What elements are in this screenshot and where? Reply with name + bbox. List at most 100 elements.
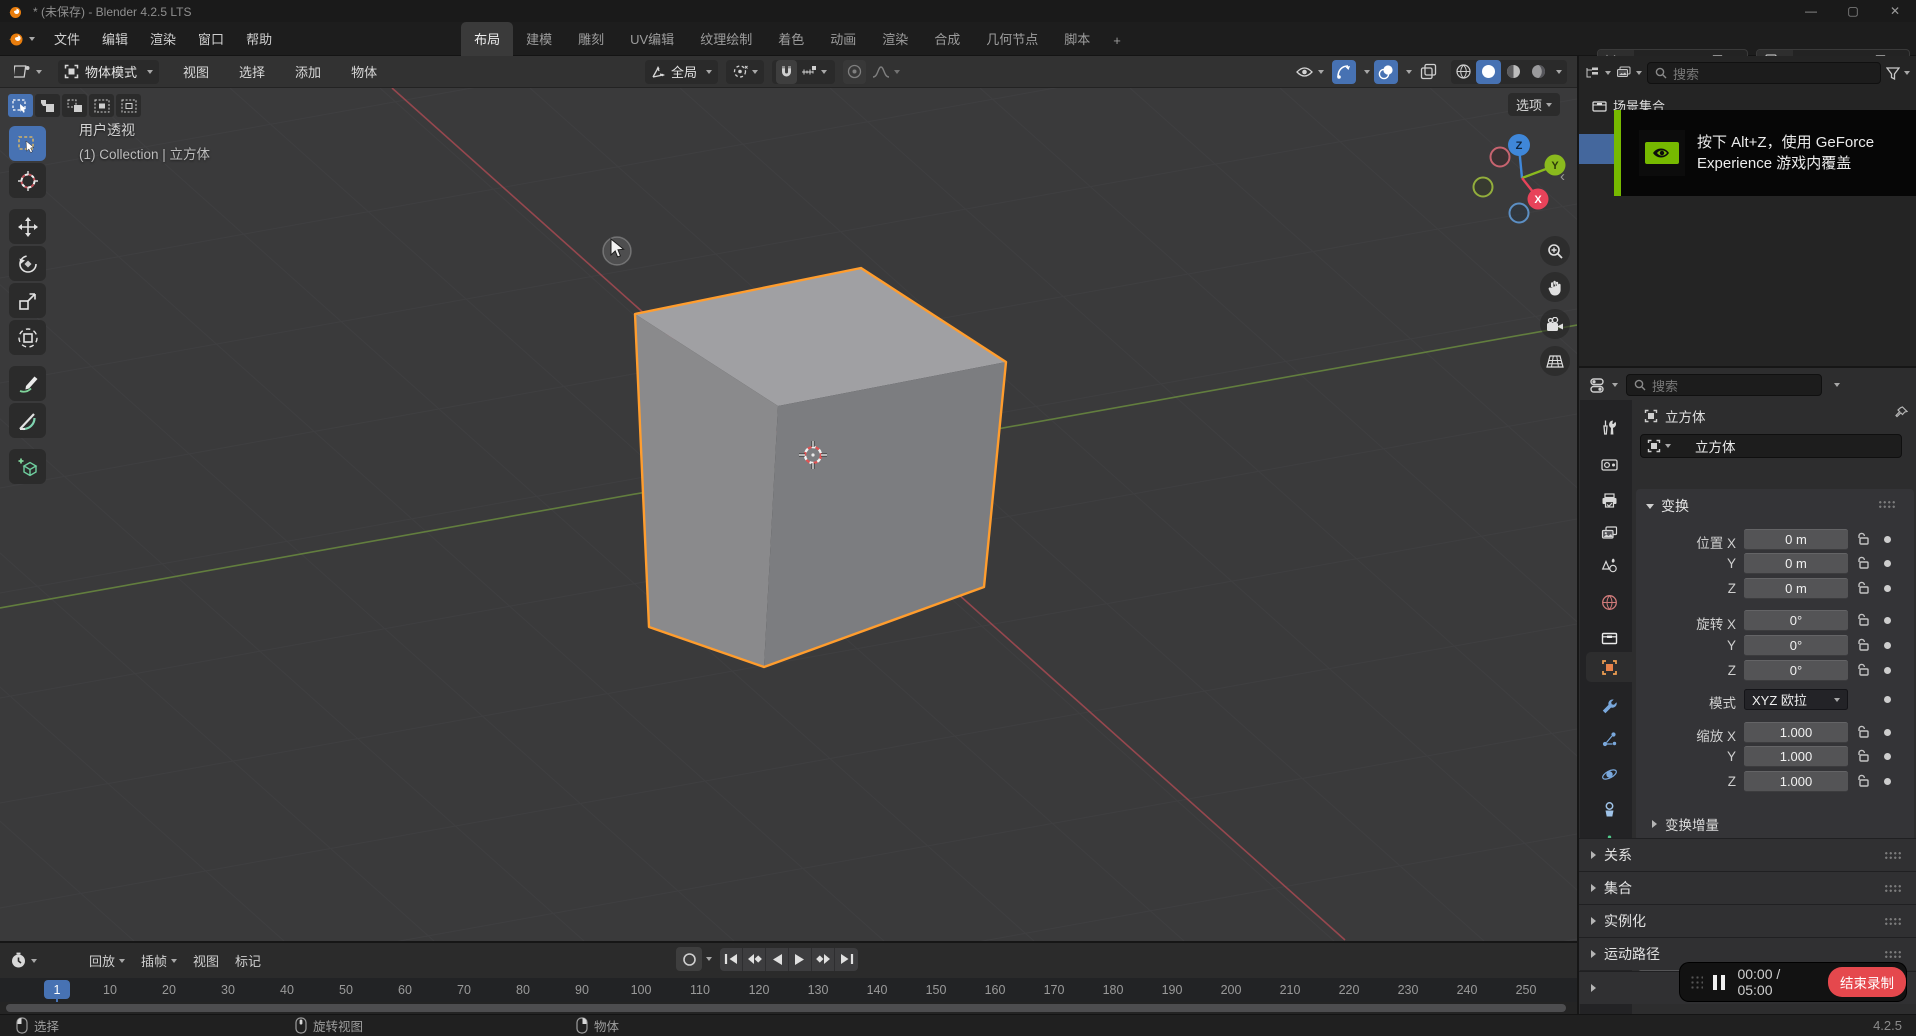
tool-scale[interactable] — [9, 283, 46, 318]
transform-delta-section[interactable]: 变换增量 — [1652, 814, 1719, 834]
current-frame-badge[interactable]: 1 — [44, 980, 70, 999]
next-keyframe-button[interactable] — [812, 948, 835, 971]
transform-value-field[interactable]: 0° — [1744, 635, 1848, 656]
minimize-button[interactable]: — — [1790, 0, 1832, 22]
workspace-tab-9[interactable]: 几何节点 — [973, 22, 1051, 56]
collapsed-section-0[interactable]: 关系 — [1579, 838, 1916, 871]
transform-value-field[interactable]: 1.000 — [1744, 722, 1848, 743]
properties-tab-physics[interactable] — [1586, 759, 1632, 789]
recording-overlay[interactable]: 00:00 / 05:00 结束录制 — [1680, 963, 1906, 1001]
properties-tab-world[interactable] — [1586, 587, 1632, 617]
axis-y-ball[interactable]: Y — [1551, 160, 1559, 172]
timeline-ruler[interactable]: 1 10203040506070809010011012013014015016… — [0, 978, 1577, 1002]
proportional-falloff-button[interactable] — [868, 60, 904, 84]
workspace-tab-2[interactable]: 雕刻 — [565, 22, 617, 56]
properties-tab-object[interactable] — [1586, 652, 1632, 682]
auto-keying-toggle[interactable] — [676, 947, 702, 971]
tool-rotate[interactable] — [9, 246, 46, 281]
animate-dot[interactable] — [1884, 778, 1891, 785]
viewport-menu-0[interactable]: 视图 — [173, 58, 219, 85]
select-mode-button-3[interactable] — [89, 94, 114, 117]
axis-z-ball[interactable]: Z — [1516, 140, 1523, 152]
jump-to-start-button[interactable] — [720, 948, 743, 971]
geforce-notification[interactable]: 按下 Alt+Z，使用 GeForce Experience 游戏内覆盖 — [1614, 110, 1916, 196]
outliner-filter-mode[interactable] — [1616, 66, 1642, 80]
properties-tab-output[interactable] — [1586, 485, 1632, 515]
drag-handle-icon[interactable] — [1690, 975, 1703, 989]
select-mode-button-4[interactable] — [116, 94, 141, 117]
properties-tab-render[interactable] — [1586, 449, 1632, 479]
properties-tab-scene[interactable] — [1586, 550, 1632, 580]
timeline-menu-1[interactable]: 插帧 — [133, 948, 185, 973]
editor-type-button[interactable] — [8, 60, 48, 84]
orthographic-toggle[interactable] — [1540, 346, 1570, 376]
animate-dot[interactable] — [1884, 617, 1891, 624]
transform-value-field[interactable]: 0° — [1744, 610, 1848, 631]
outliner-search-input[interactable]: 搜索 — [1647, 62, 1881, 84]
viewport-3d[interactable] — [0, 88, 1577, 941]
topbar-menu-0[interactable]: 文件 — [45, 26, 89, 51]
outliner-filter-button[interactable] — [1886, 67, 1910, 80]
select-mode-button-1[interactable] — [35, 94, 60, 117]
shading-rendered-button[interactable] — [1526, 60, 1551, 84]
topbar-menu-2[interactable]: 渲染 — [141, 26, 185, 51]
select-mode-button-2[interactable] — [62, 94, 87, 117]
lock-icon[interactable] — [1856, 613, 1869, 626]
shading-solid-button[interactable] — [1476, 60, 1501, 84]
panel-drag-dots[interactable] — [1884, 917, 1902, 926]
tool-annotate[interactable] — [9, 366, 46, 401]
timeline-menu-3[interactable]: 标记 — [227, 948, 269, 973]
properties-tab-constraints[interactable] — [1586, 794, 1632, 824]
shading-material-button[interactable] — [1501, 60, 1526, 84]
lock-icon[interactable] — [1856, 532, 1869, 545]
overlays-toggle[interactable] — [1374, 60, 1398, 84]
topbar-menu-1[interactable]: 编辑 — [93, 26, 137, 51]
proportional-edit-toggle[interactable] — [843, 60, 866, 84]
tool-move[interactable] — [9, 209, 46, 244]
viewport-menu-2[interactable]: 添加 — [285, 58, 331, 85]
tool-measure[interactable] — [9, 403, 46, 438]
transform-value-field[interactable]: 0 m — [1744, 529, 1848, 550]
camera-view-button[interactable] — [1540, 309, 1570, 339]
pause-recording-button[interactable] — [1713, 975, 1725, 990]
transform-value-field[interactable]: 0 m — [1744, 553, 1848, 574]
timeline-scrollbar[interactable] — [0, 1002, 1577, 1014]
workspace-tab-5[interactable]: 着色 — [765, 22, 817, 56]
workspace-tab-4[interactable]: 纹理绘制 — [687, 22, 765, 56]
animate-dot[interactable] — [1884, 667, 1891, 674]
snap-toggle[interactable] — [776, 60, 797, 84]
options-dropdown[interactable]: 选项 — [1508, 93, 1560, 116]
lock-icon[interactable] — [1856, 725, 1869, 738]
transform-value-field[interactable]: 0° — [1744, 660, 1848, 681]
timeline-editor-type-button[interactable] — [10, 952, 37, 969]
lock-icon[interactable] — [1856, 556, 1869, 569]
topbar-menu-4[interactable]: 帮助 — [237, 26, 281, 51]
viewport-menu-1[interactable]: 选择 — [229, 58, 275, 85]
xray-toggle[interactable] — [1416, 60, 1441, 84]
zoom-button[interactable] — [1540, 236, 1570, 266]
previous-keyframe-button[interactable] — [743, 948, 766, 971]
timeline-menu-2[interactable]: 视图 — [185, 948, 227, 973]
snap-target-button[interactable] — [797, 60, 831, 84]
properties-editor-type-button[interactable] — [1590, 378, 1618, 393]
collapsed-section-1[interactable]: 集合 — [1579, 871, 1916, 904]
tool-select-box[interactable] — [9, 126, 46, 161]
axis-neg-z-ball[interactable] — [1510, 204, 1529, 223]
animate-dot[interactable] — [1884, 585, 1891, 592]
close-button[interactable]: ✕ — [1874, 0, 1916, 22]
panel-drag-dots[interactable] — [1878, 500, 1896, 509]
transform-value-field[interactable]: 0 m — [1744, 578, 1848, 599]
outliner-display-mode[interactable] — [1585, 66, 1611, 80]
object-name-field[interactable]: 立方体 — [1640, 434, 1902, 458]
visibility-button[interactable] — [1291, 60, 1328, 84]
lock-icon[interactable] — [1856, 581, 1869, 594]
tool-cursor-3d[interactable] — [9, 163, 46, 198]
blender-menu-button[interactable] — [8, 30, 35, 47]
animate-dot[interactable] — [1884, 642, 1891, 649]
gizmos-toggle[interactable] — [1332, 60, 1356, 84]
scrollbar-handle[interactable] — [6, 1004, 1566, 1012]
shading-wireframe-button[interactable] — [1451, 60, 1476, 84]
workspace-tab-8[interactable]: 合成 — [921, 22, 973, 56]
tool-transform[interactable] — [9, 320, 46, 355]
transform-orientation[interactable]: 全局 — [645, 60, 718, 84]
